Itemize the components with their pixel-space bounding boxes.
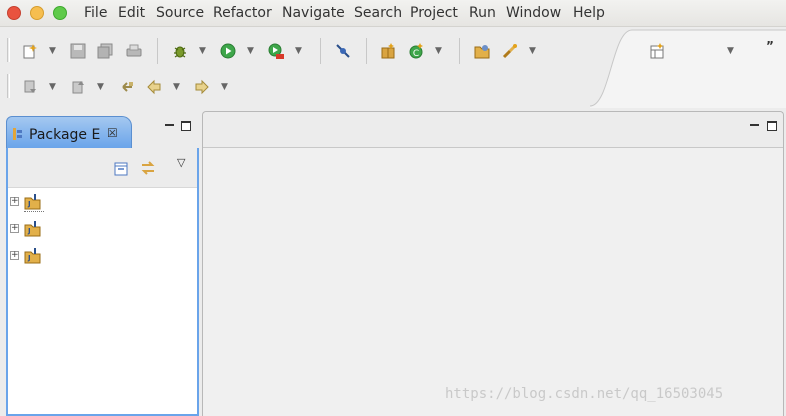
open-perspective-icon[interactable]	[649, 43, 665, 59]
package-explorer-toolbar: ▽	[8, 148, 197, 188]
coverage-dropdown-icon[interactable]: ▼	[295, 47, 304, 56]
menu-project[interactable]: Project	[410, 5, 458, 21]
expand-toggle[interactable]: +	[10, 224, 19, 233]
svg-text:J: J	[27, 227, 31, 235]
tree-row-project[interactable]: + J	[8, 189, 197, 215]
save-all-icon[interactable]	[97, 43, 113, 59]
run-dropdown-icon[interactable]: ▼	[247, 47, 256, 56]
back-dropdown-icon[interactable]: ▼	[173, 83, 182, 92]
menu-source[interactable]: Source	[156, 5, 204, 21]
maximize-view-button[interactable]	[767, 121, 777, 131]
focus-indicator	[24, 211, 44, 212]
menu-edit[interactable]: Edit	[118, 5, 145, 21]
new-wizard-icon[interactable]	[22, 43, 38, 59]
menu-refactor[interactable]: Refactor	[213, 5, 272, 21]
new-class-dropdown-icon[interactable]: ▼	[435, 47, 444, 56]
minimize-view-button[interactable]	[165, 124, 174, 126]
package-explorer-icon	[12, 127, 24, 145]
collapse-all-icon[interactable]	[114, 162, 128, 180]
toolbar-grip[interactable]	[7, 38, 10, 62]
maximize-view-button[interactable]	[181, 121, 191, 131]
previous-annotation-dropdown-icon[interactable]: ▼	[97, 83, 106, 92]
editor-area[interactable]	[202, 111, 784, 416]
tree-row-project[interactable]: + J	[8, 243, 197, 269]
forward-dropdown-icon[interactable]: ▼	[221, 83, 230, 92]
package-explorer-tab-label: Package E	[29, 127, 101, 143]
menu-window[interactable]: Window	[506, 5, 561, 21]
last-edit-location-icon[interactable]	[118, 79, 134, 95]
editor-tab-row	[203, 112, 783, 148]
menu-bar: File Edit Source Refactor Navigate Searc…	[0, 0, 786, 27]
toggle-breakpoint-icon[interactable]	[335, 43, 351, 59]
previous-annotation-icon[interactable]	[70, 79, 86, 95]
minimize-view-button[interactable]	[750, 124, 759, 126]
package-explorer-body: ▽ + J + J + J	[6, 148, 199, 416]
next-annotation-dropdown-icon[interactable]: ▼	[49, 83, 58, 92]
toolbar-separator	[366, 38, 367, 64]
watermark: https://blog.csdn.net/qq_16503045	[445, 386, 724, 402]
close-icon[interactable]: ☒	[107, 126, 118, 140]
package-explorer-tab[interactable]: Package E ☒	[6, 116, 132, 148]
java-project-icon: J	[24, 220, 42, 242]
tree-row-project[interactable]: + J	[8, 216, 197, 242]
menu-navigate[interactable]: Navigate	[282, 5, 345, 21]
window-maximize-button[interactable]	[53, 6, 67, 20]
coverage-run-icon[interactable]	[268, 43, 284, 59]
print-icon[interactable]	[126, 43, 142, 59]
perspective-dropdown-icon[interactable]: ▼	[727, 47, 736, 56]
expand-toggle[interactable]: +	[10, 251, 19, 260]
link-with-editor-icon[interactable]	[140, 160, 156, 180]
new-dropdown-icon[interactable]: ▼	[49, 47, 58, 56]
search-icon[interactable]	[502, 43, 518, 59]
open-type-icon[interactable]	[474, 43, 490, 59]
debug-dropdown-icon[interactable]: ▼	[199, 47, 208, 56]
debug-icon[interactable]	[172, 43, 188, 59]
java-project-icon: J	[24, 247, 42, 269]
toolbar-separator	[320, 38, 321, 64]
toolbar-separator	[459, 38, 460, 64]
new-java-package-icon[interactable]	[380, 43, 396, 59]
new-java-class-icon[interactable]: C	[408, 43, 424, 59]
svg-text:J: J	[27, 200, 31, 208]
search-dropdown-icon[interactable]: ▼	[529, 47, 538, 56]
run-icon[interactable]	[220, 43, 236, 59]
next-annotation-icon[interactable]	[22, 79, 38, 95]
menu-file[interactable]: File	[84, 5, 107, 21]
svg-text:C: C	[413, 49, 419, 59]
toolbar-overflow-icon[interactable]: ”	[766, 39, 774, 53]
save-icon[interactable]	[70, 43, 86, 59]
window-close-button[interactable]	[7, 6, 21, 20]
perspective-bar-curve	[590, 29, 786, 108]
expand-toggle[interactable]: +	[10, 197, 19, 206]
window-minimize-button[interactable]	[30, 6, 44, 20]
forward-icon[interactable]	[194, 79, 210, 95]
back-icon[interactable]	[146, 79, 162, 95]
package-explorer-tab-row: Package E ☒	[4, 111, 199, 148]
svg-text:J: J	[27, 254, 31, 262]
toolbar-separator	[157, 38, 158, 64]
menu-help[interactable]: Help	[573, 5, 605, 21]
package-explorer-view: Package E ☒ ▽ + J + J + J	[4, 111, 199, 416]
view-menu-icon[interactable]: ▽	[177, 156, 185, 169]
menu-search[interactable]: Search	[354, 5, 402, 21]
menu-run[interactable]: Run	[469, 5, 496, 21]
toolbar-grip[interactable]	[7, 74, 10, 98]
